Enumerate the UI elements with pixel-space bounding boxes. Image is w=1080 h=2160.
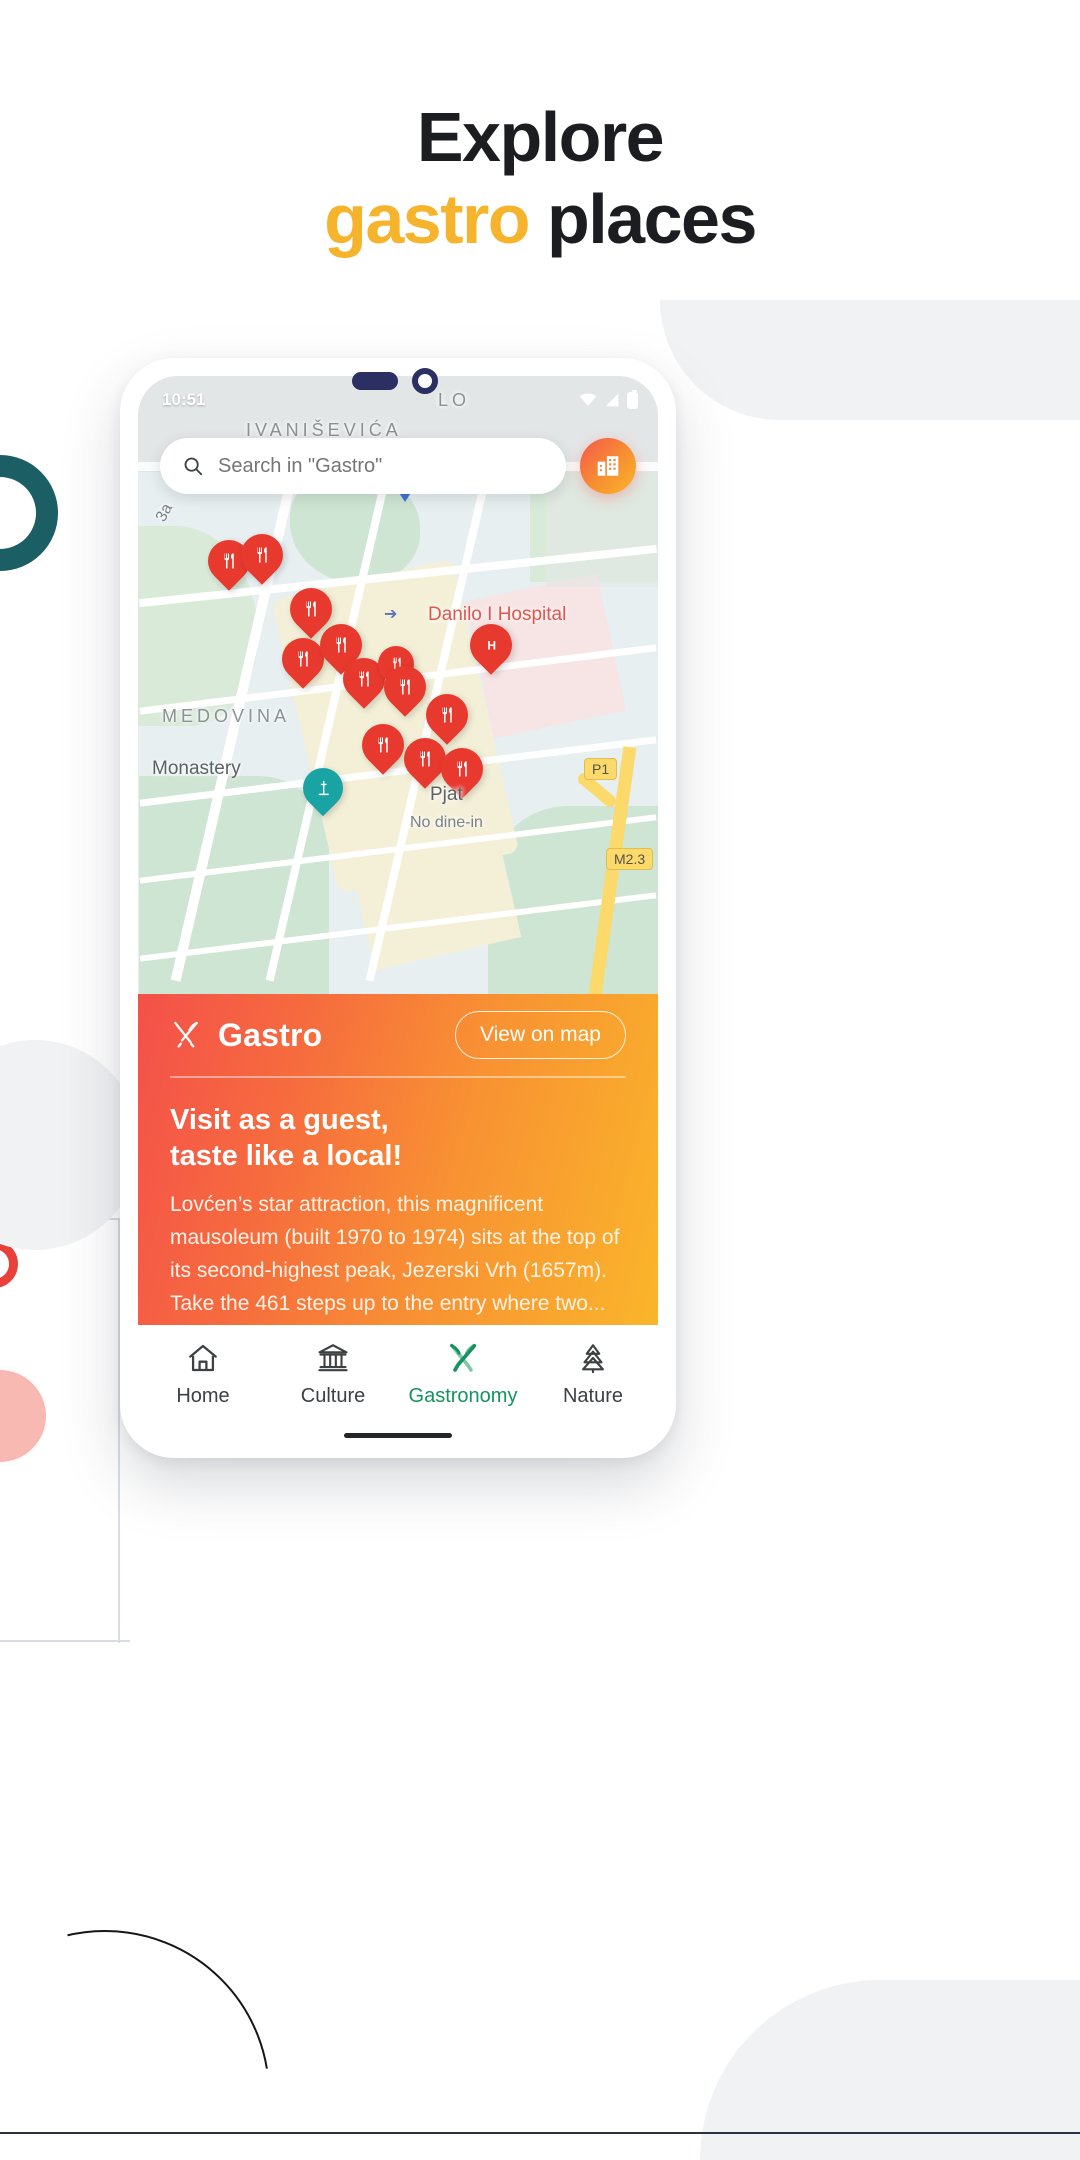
museum-icon xyxy=(318,1344,348,1372)
decor-shape-tr xyxy=(660,300,1080,420)
map-direction-arrow: ➔ xyxy=(384,606,398,623)
map-view[interactable]: ➔ H LO IVANIŠEVIĆA MEDOVINA Danilo I Hos… xyxy=(138,376,658,996)
signal-icon xyxy=(605,393,619,407)
decor-teal-circle xyxy=(0,455,58,571)
nav-label: Gastronomy xyxy=(408,1385,518,1407)
card-description: Lovćen’s star attraction, this magnifice… xyxy=(170,1192,620,1315)
map-label: MEDOVINA xyxy=(162,706,291,726)
nav-label: Nature xyxy=(562,1385,624,1407)
headline-accent-word: gastro xyxy=(324,180,530,258)
view-on-map-button[interactable]: View on map xyxy=(454,1011,626,1059)
card-header-left: Gastro xyxy=(170,1017,322,1054)
fork-knife-crossed-icon xyxy=(450,1343,477,1372)
card-divider xyxy=(170,1076,626,1078)
map-filter-button[interactable] xyxy=(580,438,636,494)
map-label: No dine-in xyxy=(410,814,483,831)
fork-knife-crossed-icon xyxy=(174,1021,198,1048)
status-time: 10:51 xyxy=(162,390,206,409)
map-badge-route[interactable]: M2.3 xyxy=(606,848,654,870)
map-label: Pjat xyxy=(430,784,463,805)
map-label: Danilo I Hospital xyxy=(428,604,567,625)
nav-item-gastronomy[interactable]: Gastronomy xyxy=(398,1341,528,1408)
gastro-info-card: Gastro View on map Visit as a guest, tas… xyxy=(138,994,658,1369)
page-root: Explore gastro places ➔ H LO IVANIŠEVIĆA… xyxy=(0,0,1080,2160)
wifi-icon xyxy=(579,393,597,406)
nav-item-culture[interactable]: Culture xyxy=(268,1341,398,1408)
nav-label: Home xyxy=(176,1385,230,1407)
trees-icon xyxy=(582,1344,604,1374)
card-heading: Visit as a guest, taste like a local! xyxy=(170,1102,626,1174)
svg-text:H: H xyxy=(487,638,496,652)
card-header: Gastro View on map xyxy=(170,994,626,1076)
nav-item-nature[interactable]: Nature xyxy=(528,1341,658,1408)
card-heading-line-1: Visit as a guest, xyxy=(170,1103,389,1136)
phone-screen: ➔ H LO IVANIŠEVIĆA MEDOVINA Danilo I Hos… xyxy=(138,376,658,1450)
home-indicator[interactable] xyxy=(344,1433,452,1438)
card-heading-line-2: taste like a local! xyxy=(170,1139,403,1172)
status-bar: 10:51 xyxy=(138,376,658,416)
city-buildings-icon xyxy=(597,456,619,476)
phone-camera xyxy=(412,368,438,394)
card-title: Gastro xyxy=(218,1016,323,1053)
nav-item-home[interactable]: Home xyxy=(138,1341,268,1408)
headline-line-2: gastro places xyxy=(0,178,1080,260)
home-icon xyxy=(189,1344,217,1372)
decor-arc-bottom xyxy=(65,1930,270,2069)
phone-speaker xyxy=(352,372,398,390)
search-box[interactable] xyxy=(160,438,566,494)
nav-label: Culture xyxy=(300,1385,366,1407)
decor-baseline xyxy=(0,2132,1080,2134)
decor-pink-circle xyxy=(0,1370,46,1462)
battery-icon xyxy=(627,389,638,409)
map-label: Monastery xyxy=(152,758,241,779)
search-input[interactable] xyxy=(218,454,544,478)
phone-mockup: ➔ H LO IVANIŠEVIĆA MEDOVINA Danilo I Hos… xyxy=(120,358,676,1458)
headline-line-1: Explore xyxy=(416,98,665,176)
map-badge-parking[interactable]: P1 xyxy=(584,758,618,780)
headline-rest-word: places xyxy=(529,180,757,258)
bottom-navigation: Home Culture Gastronomy Nature xyxy=(138,1325,658,1450)
search-icon xyxy=(184,457,203,476)
decor-arc-right xyxy=(640,1246,760,1299)
decor-line-1 xyxy=(0,1640,130,1642)
page-title: Explore gastro places xyxy=(0,96,1080,260)
status-icons xyxy=(579,389,638,409)
search-row xyxy=(160,438,636,494)
